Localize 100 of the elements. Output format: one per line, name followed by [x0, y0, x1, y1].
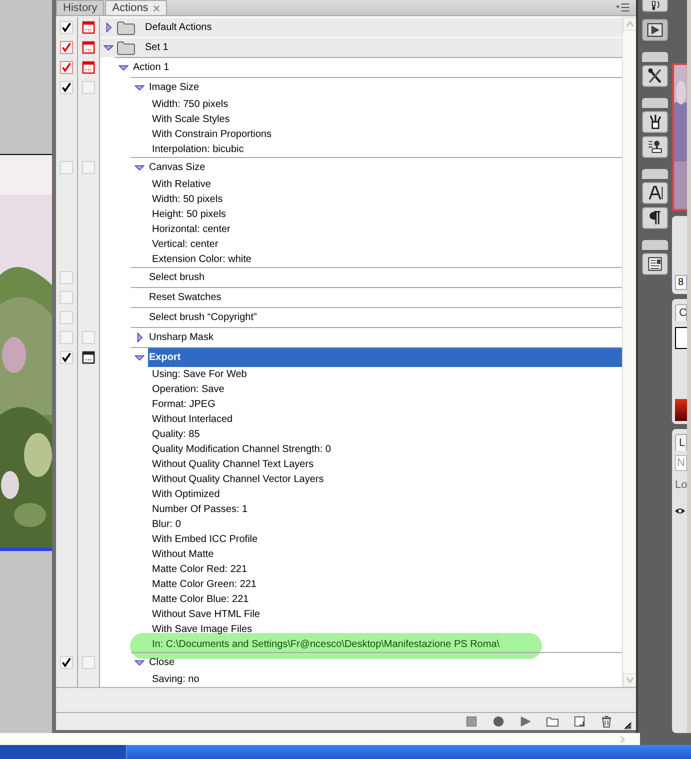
eye-icon[interactable] [675, 507, 685, 515]
parameter-text: With Constrain Proportions [152, 129, 272, 140]
dialog-icon[interactable] [82, 350, 95, 364]
parameter-text: Extension Color: white [152, 254, 252, 266]
collapse-icon[interactable] [118, 64, 129, 72]
collapse-icon[interactable] [134, 354, 145, 362]
command-name[interactable]: Unsharp Mask [148, 328, 622, 348]
stamp-icon [646, 138, 664, 156]
parameter-text: Quality Modification Channel Strength: 0 [152, 444, 331, 456]
parameter-text: Vertical: center [152, 239, 218, 250]
tool-button[interactable] [642, 0, 668, 12]
parameter-text: With Optimized [152, 489, 220, 500]
dialog-toggle[interactable] [82, 656, 95, 669]
checkbox[interactable] [60, 350, 73, 364]
parameter-text: Number Of Passes: 1 [152, 504, 248, 516]
record-icon[interactable] [492, 714, 505, 728]
checkbox[interactable] [60, 20, 73, 34]
parameter-text: Interpolation: bicubic [152, 144, 244, 156]
parameter-text: In: C:\Documents and Settings\Fr@ncesco\Desktop\Manifestazione PS Roma\ [152, 639, 500, 650]
tool-button[interactable] [642, 253, 668, 275]
parameter-text: Without Interlaced [152, 414, 233, 426]
resize-grip-icon[interactable] [623, 721, 632, 730]
parameter-text: Saving: no [152, 674, 200, 686]
tool-button[interactable] [642, 182, 668, 204]
close-icon[interactable] [153, 4, 160, 12]
checkbox[interactable] [60, 310, 73, 324]
parameter-text: Horizontal: center [152, 224, 230, 236]
dialog-toggle[interactable] [82, 80, 95, 94]
parameter-text: Without Quality Channel Text Layers [152, 459, 314, 470]
command-name[interactable]: Select brush [148, 268, 622, 288]
command-name[interactable]: Reset Swatches [148, 288, 622, 308]
collapse-icon[interactable] [134, 164, 145, 172]
parameter-text: Blur: 0 [152, 519, 181, 530]
expand-icon[interactable] [136, 332, 143, 344]
scrollbar[interactable] [622, 17, 636, 688]
command-name[interactable]: Canvas Size [148, 158, 622, 178]
character-icon [646, 184, 664, 202]
checkbox[interactable] [60, 40, 73, 54]
tool-button[interactable] [642, 19, 668, 41]
folder-icon[interactable] [546, 714, 559, 728]
color-swatch[interactable] [675, 327, 687, 349]
checkbox[interactable] [60, 656, 73, 669]
tool-button[interactable] [642, 111, 668, 133]
parameter-text: Matte Color Green: 221 [152, 579, 256, 590]
expand-icon[interactable] [105, 22, 112, 34]
dialog-toggle[interactable] [82, 160, 95, 174]
dialog-toggle[interactable] [82, 330, 95, 344]
checkbox[interactable] [60, 290, 73, 304]
tools-icon [646, 67, 664, 85]
panel-tab[interactable]: History [56, 0, 104, 16]
play-icon[interactable] [519, 714, 532, 728]
parameter-text: With Relative [152, 179, 211, 190]
parameter-text: Without Matte [152, 549, 214, 560]
parameter-text: With Save Image Files [152, 624, 252, 636]
parameter-text: With Embed ICC Profile [152, 534, 258, 546]
command-name[interactable]: Image Size [148, 78, 622, 98]
trash-icon[interactable] [600, 714, 613, 728]
action-name[interactable]: Action 1 [132, 58, 622, 78]
parameter-text: Width: 750 pixels [152, 99, 228, 110]
stop-icon[interactable] [465, 714, 478, 728]
zoom-field[interactable]: 8 [675, 275, 687, 290]
collapse-icon[interactable] [134, 84, 145, 92]
tool-button[interactable] [642, 65, 668, 87]
command-name[interactable]: Select brush “Copyright” [148, 308, 622, 328]
parameter-text: Without Quality Channel Vector Layers [152, 474, 324, 486]
panel-grip[interactable] [642, 52, 668, 62]
panel-tab[interactable]: L [675, 434, 687, 451]
folder-icon [117, 20, 135, 35]
parameter-text: With Scale Styles [152, 114, 230, 126]
panel-grip[interactable] [642, 169, 668, 179]
scroll-down-icon[interactable] [623, 673, 637, 688]
checkbox[interactable] [60, 60, 73, 74]
parameter-text: Quality: 85 [152, 429, 200, 440]
panel-grip[interactable] [642, 98, 668, 108]
checkbox[interactable] [60, 160, 73, 174]
parameter-text: Width: 50 pixels [152, 194, 223, 206]
command-name[interactable]: Export [148, 348, 622, 368]
scroll-up-icon[interactable] [623, 17, 637, 32]
checkbox[interactable] [60, 80, 73, 94]
menu-icon[interactable] [616, 3, 630, 12]
parameter-text: Height: 50 pixels [152, 209, 226, 220]
panel-grip[interactable] [642, 240, 668, 250]
panel-tab[interactable]: Actions [105, 0, 168, 16]
panel-tab[interactable]: C [675, 304, 687, 321]
folder-icon [117, 40, 135, 55]
parameter-text: Using: Save For Web [152, 369, 247, 380]
parameter-text: Format: JPEG [152, 399, 216, 410]
checkbox[interactable] [60, 270, 73, 284]
checkbox[interactable] [60, 330, 73, 344]
document-icon [646, 255, 664, 273]
command-name[interactable]: Close [148, 653, 622, 672]
tool-button[interactable] [642, 207, 668, 229]
lock-label: Lo [675, 478, 687, 493]
color-ramp[interactable] [675, 399, 687, 421]
parameter-text: Matte Color Red: 221 [152, 564, 248, 576]
new-item-icon[interactable] [573, 714, 586, 728]
play-icon [646, 21, 664, 39]
collapse-icon[interactable] [103, 44, 114, 52]
parameter-text: Matte Color Blue: 221 [152, 594, 249, 606]
tool-button[interactable] [642, 136, 668, 158]
